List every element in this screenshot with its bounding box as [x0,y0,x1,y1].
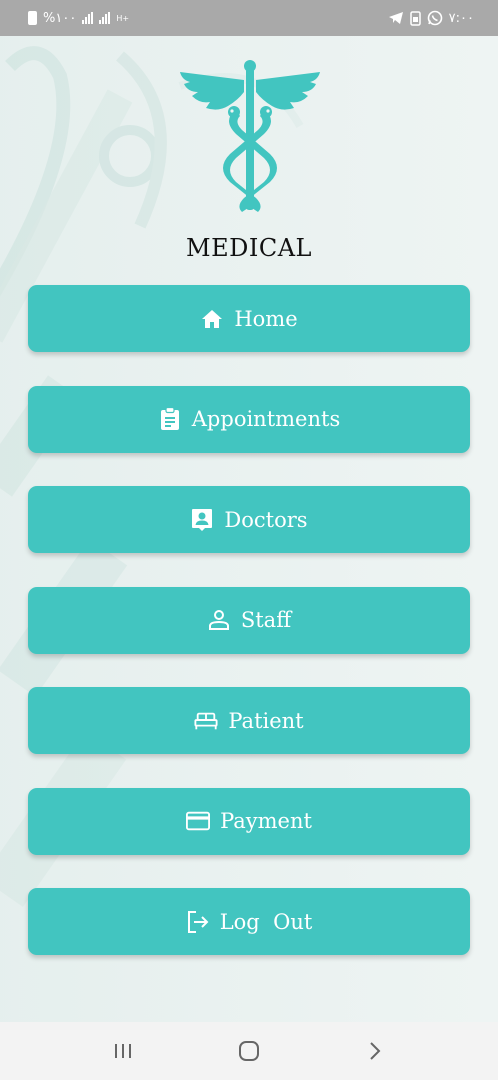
signal-icon [82,12,94,24]
sim-icon [409,10,421,26]
system-navigation-bar [0,1022,498,1080]
back-chevron-icon[interactable] [355,1031,395,1071]
bed-icon [194,709,218,733]
main-menu: Home Appointments Doctors Staff Patient … [28,285,470,989]
whatsapp-icon [427,10,443,26]
recent-apps-icon[interactable] [103,1031,143,1071]
clipboard-icon [158,407,182,431]
caduceus-logo-icon [178,58,322,214]
person-icon [207,608,231,632]
home-circle-icon[interactable] [229,1031,269,1071]
appointments-button[interactable]: Appointments [28,385,470,453]
signal-icon-2 [99,12,111,24]
logout-button[interactable]: Log Out [28,888,470,955]
clock: ٧:٠٠ [448,10,474,26]
network-type: H+ [116,13,130,23]
appointments-button-label: Appointments [191,407,341,431]
telegram-icon [388,11,404,25]
status-right: ٧:٠٠ [388,10,474,26]
credit-card-icon [186,809,211,833]
doctor-badge-icon [190,508,214,532]
payment-button[interactable]: Payment [28,787,470,855]
patient-button-label: Patient [228,708,304,733]
doctors-button[interactable]: Doctors [28,486,470,553]
payment-button-label: Payment [220,809,312,833]
staff-button[interactable]: Staff [28,586,470,654]
patient-button[interactable]: Patient [28,687,470,754]
status-bar: %١٠٠ H+ ٧:٠٠ [0,0,498,36]
home-icon [200,307,224,331]
home-button-label: Home [234,306,298,331]
home-button[interactable]: Home [28,285,470,352]
brand-title: MEDICAL [186,234,312,262]
doctors-button-label: Doctors [224,507,308,532]
logout-icon [186,910,210,934]
battery-icon [28,11,37,25]
status-left: %١٠٠ H+ [28,11,129,26]
battery-percent: %١٠٠ [43,10,77,26]
logout-button-label: Log Out [219,909,313,934]
staff-button-label: Staff [240,608,292,632]
